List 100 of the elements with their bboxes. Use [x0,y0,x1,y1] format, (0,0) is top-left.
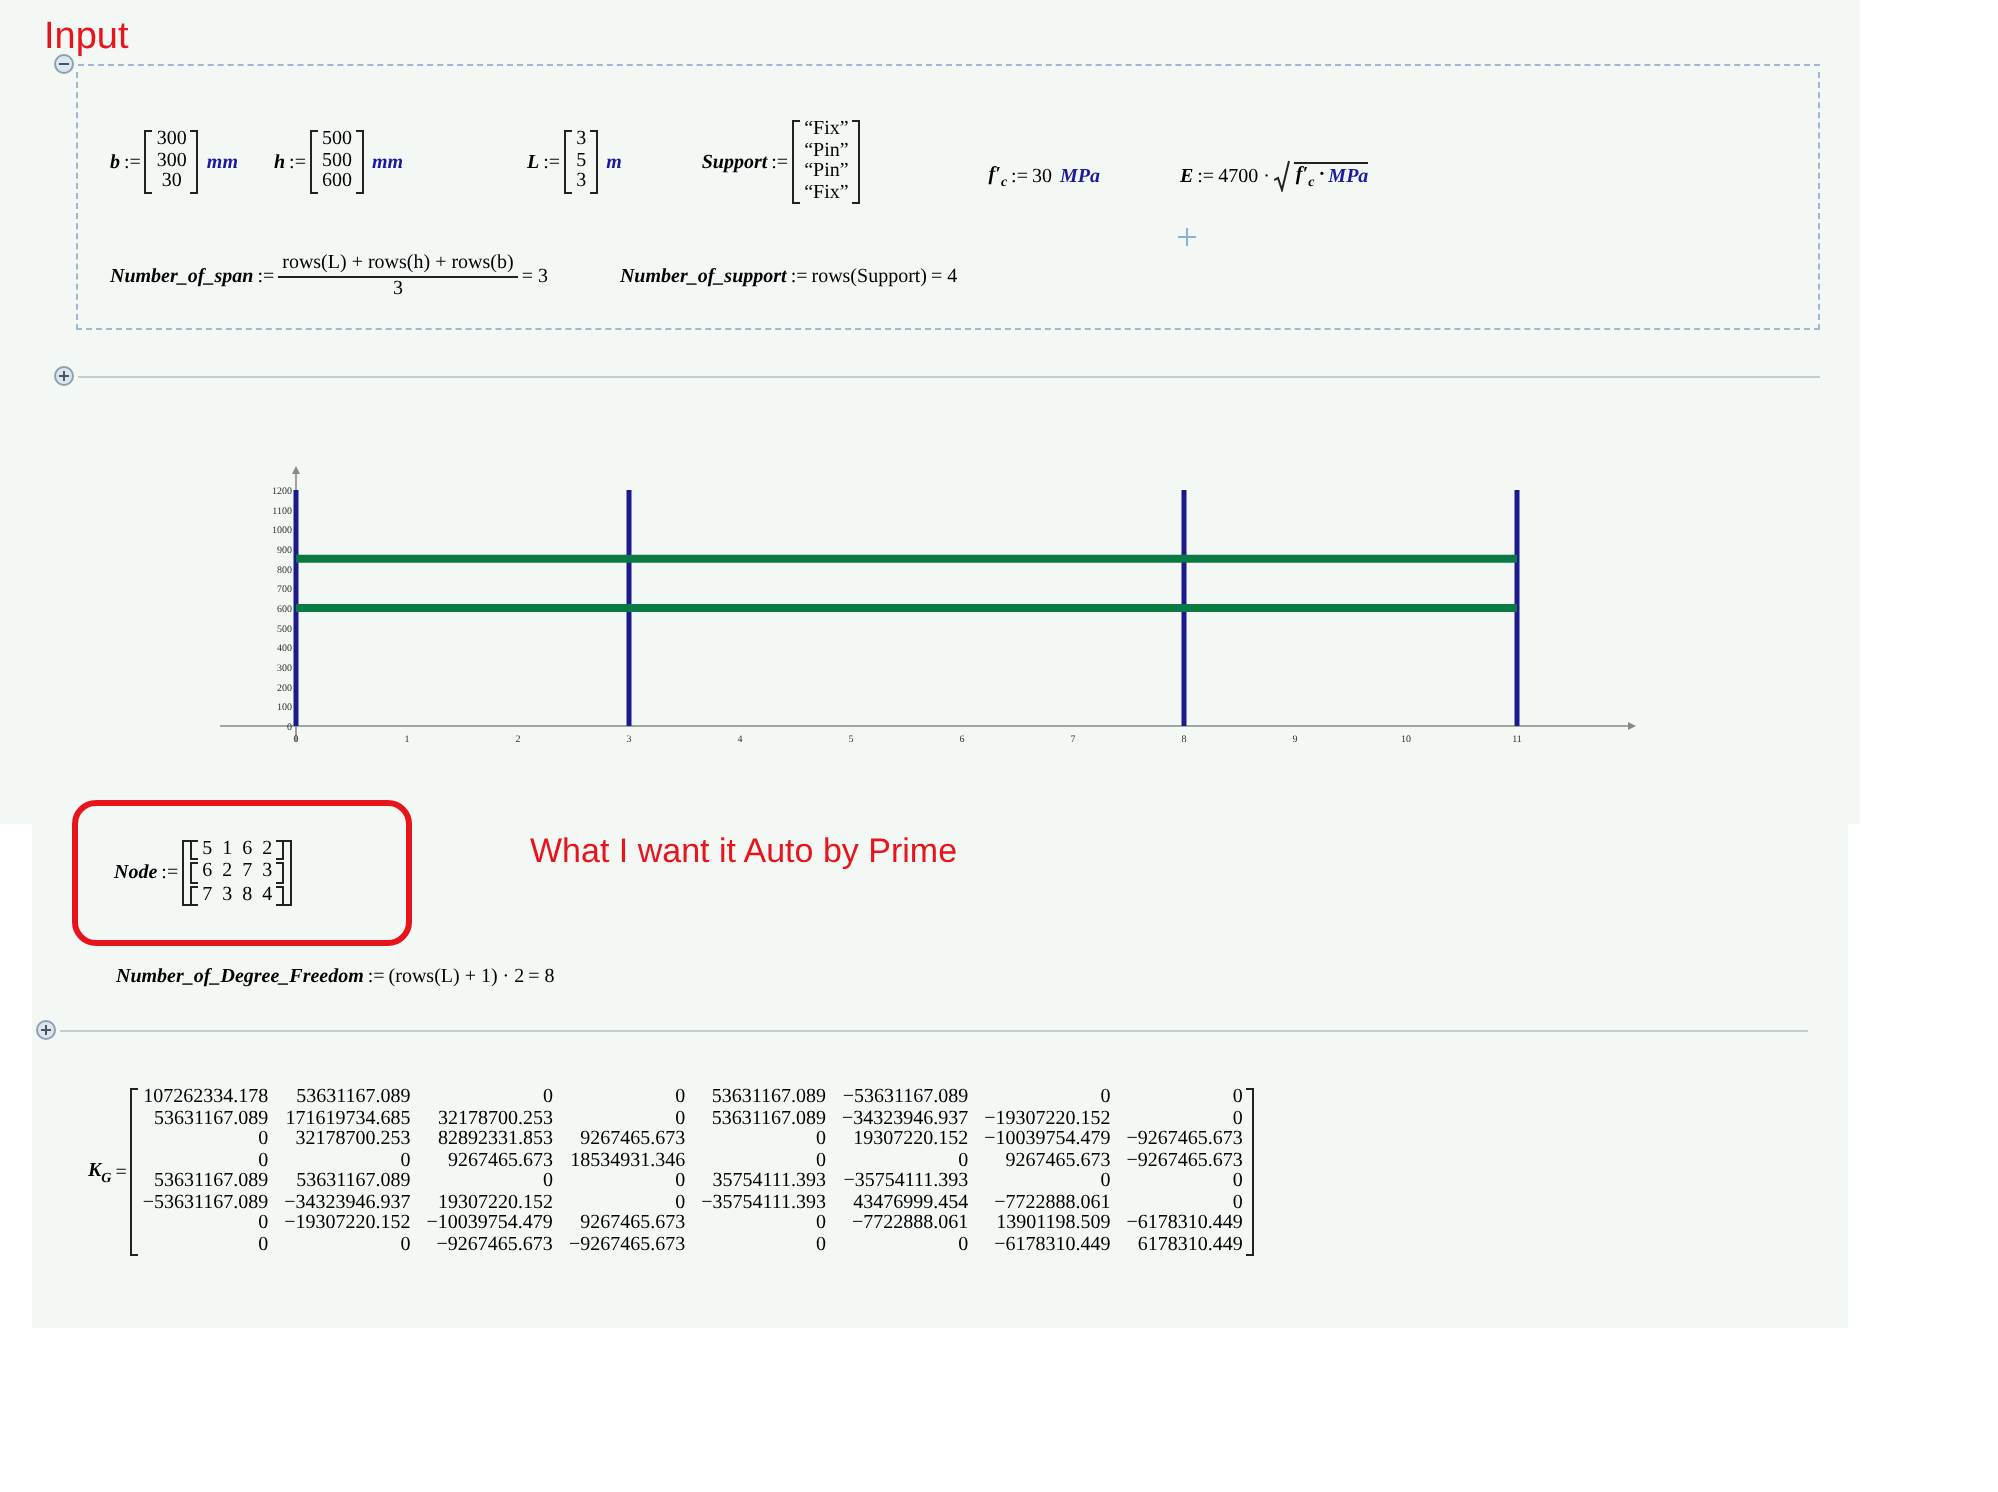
variable-name: Number_of_support [619,265,787,287]
matrix-cell-text: 9267465.673 [1003,1151,1111,1172]
matrix-cell: −34323946.937 [841,1109,969,1130]
operator: := [257,265,275,287]
matrix-bracket [792,120,801,204]
matrix-bracket [144,130,153,194]
matrix-cell-text: 500 [321,151,352,172]
matrix-cell-text: −6178310.449 [992,1235,1111,1256]
matrix-cell-text: 53631167.089 [294,1172,411,1193]
matrix-cell-text: 300 [156,151,187,172]
unit: MPa [1059,165,1100,187]
matrix-cell-text: −9267465.673 [434,1235,553,1256]
matrix-cell-text: 0 [956,1235,969,1256]
matrix-cell-text: 19307220.152 [851,1130,969,1151]
expand-toggle[interactable] [54,366,74,386]
matrix-cell: −53631167.089 [142,1193,269,1214]
matrix-cell-text: 0 [673,1172,686,1193]
matrix-cell: −34323946.937 [284,1193,411,1214]
matrix-cell: 3 [222,885,233,907]
variable-name: Support [701,151,768,173]
matrix-cell-text: 0 [256,1130,269,1151]
matrix-cell: −10039754.479 [426,1214,553,1235]
matrix-cell: 2 [262,839,273,861]
variable-name: Number_of_span [110,265,254,287]
matrix-cell-text: 0 [1230,1193,1243,1214]
matrix-cell: 107262334.178 [142,1088,269,1109]
operator: := [1197,165,1215,187]
page-heading: Input [42,14,131,54]
matrix-cell: 18534931.346 [568,1151,686,1172]
operator: := [124,151,141,173]
matrix-cell: −9267465.673 [1126,1130,1243,1151]
matrix-cell-text: 0 [256,1151,269,1172]
matrix-cell-text: 0 [673,1193,686,1214]
annotation-note: What I want it Auto by Prime [530,832,958,872]
matrix-cell: 1 [222,839,233,861]
matrix-cell-text: −7722888.061 [849,1214,969,1235]
matrix-cell-text: 0 [540,1172,553,1193]
matrix-cell: 171619734.685 [284,1109,411,1130]
result: = 8 [528,966,555,988]
matrix-bracket [309,130,318,194]
matrix-cell-text: 5 [576,151,587,172]
value: 30 [1031,165,1052,187]
matrix-cell: 6 [202,862,213,884]
matrix-cell: −10039754.479 [984,1130,1111,1151]
unit: m [606,151,622,173]
matrix-cell: −6178310.449 [1126,1214,1243,1235]
matrix-cell-text: 35754111.393 [710,1172,826,1193]
matrix-cell: 3 [576,130,587,152]
plus-icon [58,370,70,382]
collapse-toggle[interactable] [54,54,74,74]
result: = 3 [521,265,548,287]
operator: := [543,151,561,173]
matrix-cell-text: 0 [813,1214,826,1235]
matrix-cell: 8 [242,885,253,907]
matrix-cell: −19307220.152 [984,1109,1111,1130]
unit: MPa [1328,166,1369,188]
matrix-cell: 5 [202,839,213,861]
matrix-cell-text: −7722888.061 [992,1193,1111,1214]
matrix-cell-text: 0 [673,1088,686,1109]
unit: mm [371,151,404,173]
matrix-bracket [355,130,364,194]
matrix-cell-text: 0 [1230,1172,1243,1193]
matrix-cell: 600 [321,172,352,194]
matrix-cell-text: 82892331.853 [435,1130,553,1151]
matrix-cell-text: 0 [813,1151,826,1172]
matrix-cell-text: 43476999.454 [851,1193,969,1214]
expression: (rows(L) + 1) · 2 [388,966,525,988]
matrix-cell: −9267465.673 [568,1235,686,1256]
variable-name: Node [114,862,158,884]
expand-toggle[interactable] [36,1020,56,1040]
matrix-cell-text: 9267465.673 [445,1151,553,1172]
matrix-cell: 2 [222,862,233,884]
matrix-cell-text: 30 [159,172,184,194]
variable-name: L [527,151,540,173]
plus-icon [40,1024,52,1036]
operator: := [289,151,306,173]
matrix-cell: −19307220.152 [284,1214,411,1235]
matrix-cell-text: 6178310.449 [1135,1235,1243,1256]
matrix-cell: “Pin” [804,141,849,162]
operator: = [115,1161,127,1183]
matrix-cell: 7 [202,885,213,907]
matrix-cell-text: 53631167.089 [294,1088,411,1109]
matrix-cell: 300 [156,130,187,152]
matrix-cell: −35754111.393 [701,1193,826,1214]
matrix-bracket [564,130,573,194]
matrix-cell-text: 0 [540,1088,553,1109]
matrix-cell-text: 53631167.089 [709,1109,826,1130]
variable-name: E [1179,165,1194,187]
minus-icon [58,58,70,70]
matrix-cell-text: 0 [256,1214,269,1235]
matrix-cell-text: 0 [398,1151,411,1172]
radical-icon [1273,160,1290,192]
operator: := [771,151,789,173]
matrix-cell: 7 [242,862,253,884]
matrix-cell-text: 32178700.253 [293,1130,411,1151]
matrix-cell: “Fix” [804,120,849,141]
matrix-cell-text: 53631167.089 [709,1088,826,1109]
matrix-cell: 500 [321,130,352,152]
matrix-cell-text: 0 [813,1235,826,1256]
matrix-cell-text: 32178700.253 [435,1109,553,1130]
